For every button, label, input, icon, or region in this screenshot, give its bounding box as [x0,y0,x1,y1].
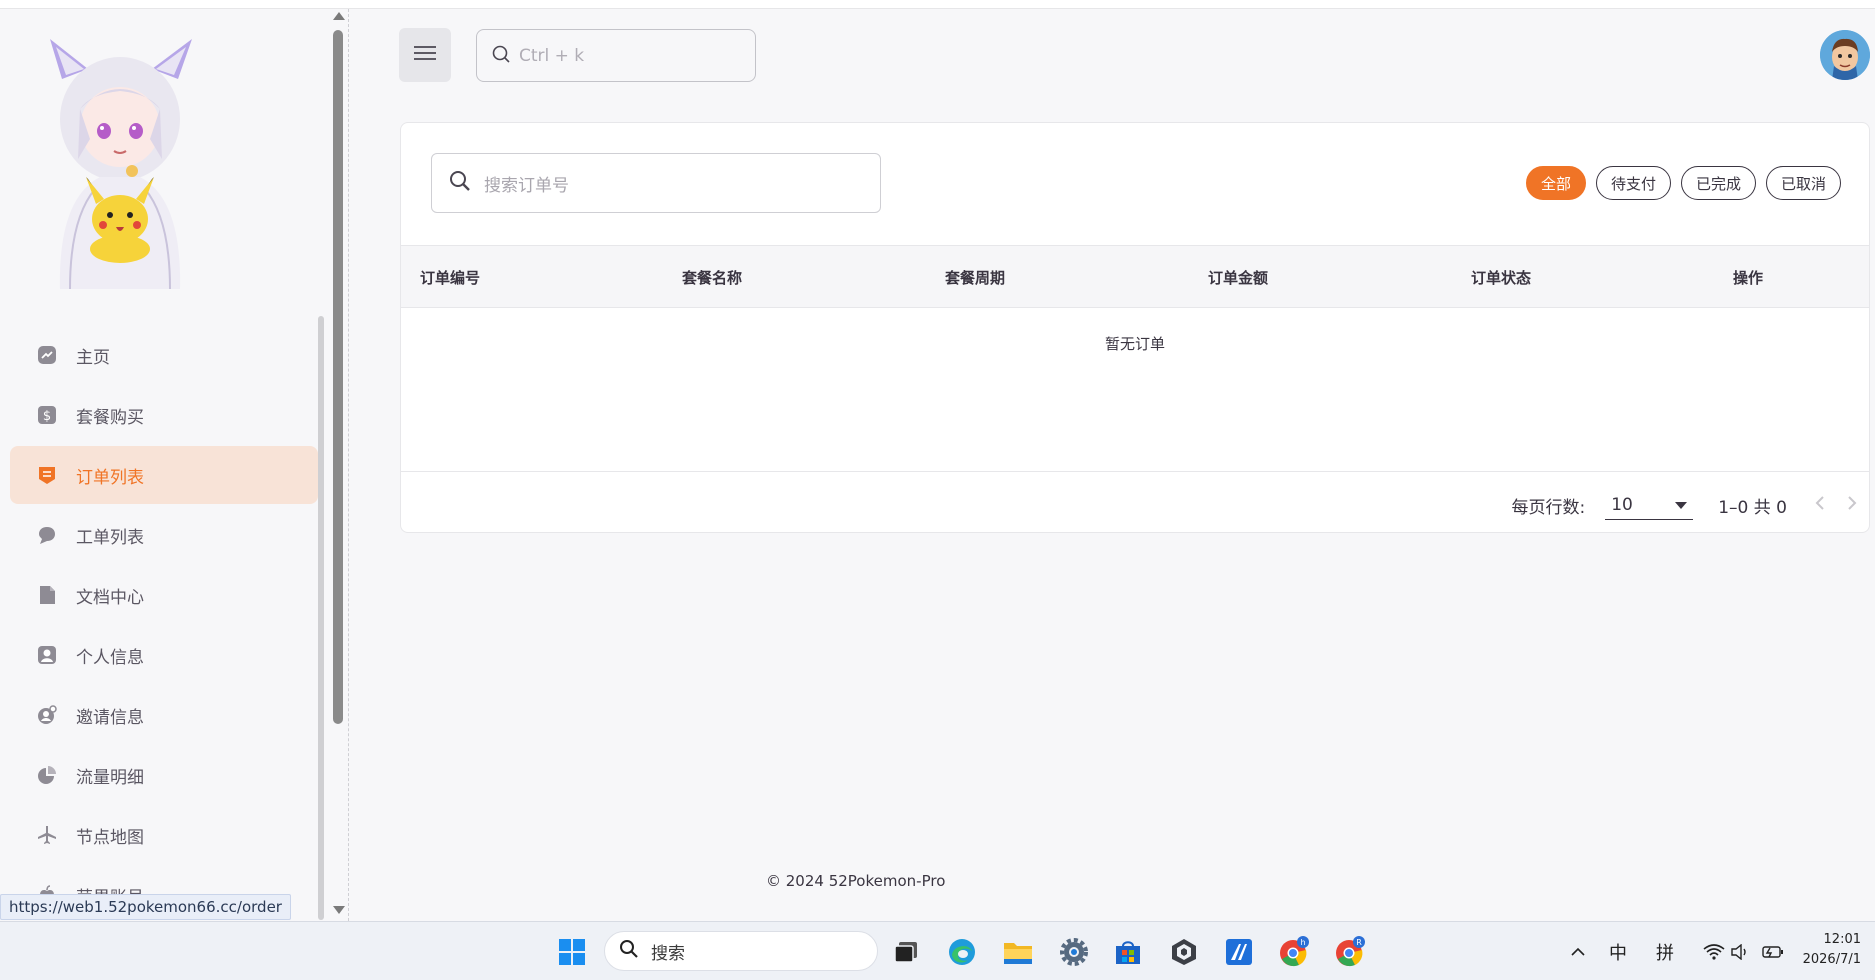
airplane-icon [36,824,58,846]
tray-overflow-chevron-icon[interactable] [1570,922,1586,980]
menu-toggle-button[interactable] [399,28,451,82]
taskbar-search-placeholder: 搜索 [651,943,685,964]
mascot-illustration [40,39,200,293]
empty-state-text: 暂无订单 [1104,335,1165,353]
sidebar-item-node-map[interactable]: 节点地图 [10,806,318,864]
svg-text:R: R [1356,938,1362,947]
column-header-order-id[interactable]: 订单编号 [420,246,480,309]
caret-down-icon [1675,495,1688,515]
global-search-placeholder: Ctrl + k [519,45,585,66]
pagination-range: 1–0 共 0 [1718,497,1787,518]
scroll-down-arrow-icon[interactable] [333,906,345,914]
search-icon [448,169,472,197]
sidebar-item-traffic[interactable]: 流量明细 [10,746,318,804]
search-icon [619,939,639,963]
order-search-input[interactable]: 搜索订单号 [431,153,881,213]
order-status-filters: 全部 待支付 已完成 已取消 [1525,166,1841,200]
column-header-plan-period[interactable]: 套餐周期 [945,246,1005,309]
windows-start-icon[interactable] [556,936,588,968]
receipt-icon [36,464,58,486]
previous-page-icon[interactable] [1815,495,1825,516]
column-header-plan-name[interactable]: 套餐名称 [682,246,742,309]
column-header-actions: 操作 [1733,269,1764,287]
svg-text:h: h [1300,938,1305,947]
chrome-profile-h-icon[interactable]: h [1278,936,1310,968]
sidebar-item-home[interactable]: 主页 [10,326,318,384]
chart-line-icon [36,344,58,366]
table-pagination: 每页行数: 10 1–0 共 0 [1512,485,1858,525]
scroll-up-arrow-icon[interactable] [333,12,345,20]
sidebar-item-profile[interactable]: 个人信息 [10,626,318,684]
sidebar-divider [348,9,349,921]
battery-icon[interactable] [1762,922,1784,980]
ime-mode-indicator[interactable]: 拼 [1656,922,1674,980]
sidebar-item-plans[interactable]: $ 套餐购买 [10,386,318,444]
invite-icon [36,704,58,726]
sidebar-item-label: 订单列表 [76,467,144,488]
user-avatar[interactable] [1820,30,1870,80]
chrome-profile-r-icon[interactable]: R [1334,936,1366,968]
pagination-controls [1815,495,1857,516]
sidebar-nav: 主页 $ 套餐购买 订单列表 工单列表 文档中心 个人信息 邀请信息 流量明细 … [10,326,318,926]
chat-bubble-icon [36,524,58,546]
filter-completed[interactable]: 已完成 [1680,166,1756,200]
sidebar: 主页 $ 套餐购买 订单列表 工单列表 文档中心 个人信息 邀请信息 流量明细 … [0,9,330,921]
sidebar-item-orders[interactable]: 订单列表 [10,446,318,504]
footer-copyright: © 2024 52Pokemon-Pro [766,872,946,890]
document-icon [36,584,58,606]
settings-gear-icon[interactable] [1058,936,1090,968]
sidebar-item-docs[interactable]: 文档中心 [10,566,318,624]
scrollbar-thumb[interactable] [333,30,343,724]
filter-pending[interactable]: 待支付 [1595,166,1671,200]
user-icon [36,644,58,666]
sidebar-item-label: 流量明细 [76,767,144,788]
orders-table-header: 订单编号 套餐名称 套餐周期 订单金额 订单状态 操作 [401,245,1869,308]
sidebar-item-invite[interactable]: 邀请信息 [10,686,318,744]
sidebar-item-label: 文档中心 [76,587,144,608]
orders-card: 搜索订单号 全部 待支付 已完成 已取消 订单编号 套餐名称 套餐周期 订单金额… [400,122,1870,533]
status-url: https://web1.52pokemon66.cc/order [0,894,291,920]
sidebar-item-label: 套餐购买 [76,407,144,428]
sidebar-item-label: 个人信息 [76,647,144,668]
dollar-icon: $ [36,404,58,426]
taskbar-search-input[interactable]: 搜索 [604,931,878,971]
wifi-icon[interactable] [1703,922,1725,980]
taskbar: 搜索 h R 中 拼 12:01 2026/7/1 [0,921,1875,980]
top-border [0,0,1875,9]
svg-text:$: $ [43,409,51,424]
task-view-icon[interactable] [890,936,922,968]
rows-per-page-value: 10 [1611,494,1633,515]
next-page-icon[interactable] [1847,495,1857,516]
sidebar-item-label: 主页 [76,347,110,368]
hamburger-icon [413,44,437,66]
sidebar-item-label: 工单列表 [76,527,144,548]
filter-all[interactable]: 全部 [1525,166,1586,200]
filter-cancelled[interactable]: 已取消 [1765,166,1841,200]
clock-date: 2026/7/1 [1802,952,1861,967]
sidebar-item-label: 节点地图 [76,827,144,848]
sidebar-item-label: 邀请信息 [76,707,144,728]
edge-browser-icon[interactable] [946,936,978,968]
ime-language-indicator[interactable]: 中 [1609,922,1627,980]
system-clock[interactable]: 12:01 2026/7/1 [1803,930,1861,970]
app-cube-icon[interactable] [1168,936,1200,968]
global-search-input[interactable]: Ctrl + k [476,29,756,82]
pie-chart-icon [36,764,58,786]
volume-icon[interactable] [1731,922,1749,980]
sidebar-inner-scrollbar[interactable] [318,316,324,920]
search-icon [491,44,511,68]
sidebar-item-tickets[interactable]: 工单列表 [10,506,318,564]
microsoft-store-icon[interactable] [1112,936,1144,968]
column-header-status[interactable]: 订单状态 [1471,246,1531,309]
rows-per-page-select[interactable]: 10 [1605,490,1694,520]
clock-time: 12:01 [1823,932,1861,947]
app-blue-tile-icon[interactable] [1223,936,1255,968]
pager-divider [401,471,1869,472]
column-header-amount[interactable]: 订单金额 [1208,246,1268,309]
file-explorer-icon[interactable] [1002,936,1034,968]
rows-per-page-label: 每页行数: [1511,497,1586,518]
order-search-placeholder: 搜索订单号 [484,175,569,196]
